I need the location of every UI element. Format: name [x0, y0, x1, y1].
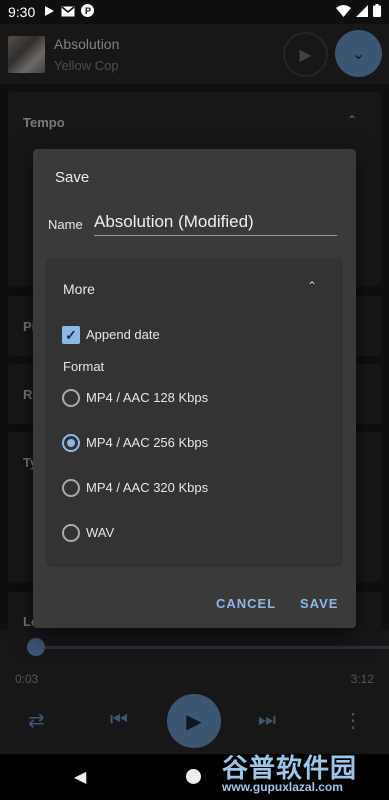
format-option-label: MP4 / AAC 128 Kbps [86, 390, 209, 405]
format-option-aac256[interactable]: MP4 / AAC 256 Kbps [62, 430, 332, 460]
signal-icon [356, 4, 368, 20]
format-option-aac320[interactable]: MP4 / AAC 320 Kbps [62, 475, 332, 505]
svg-text:P: P [85, 6, 91, 16]
append-date-label[interactable]: Append date [86, 327, 160, 342]
save-button[interactable]: SAVE [300, 596, 338, 611]
more-label[interactable]: More [63, 281, 95, 297]
chevron-up-icon[interactable]: ⌃ [307, 279, 317, 293]
format-option-aac128[interactable]: MP4 / AAC 128 Kbps [62, 385, 332, 415]
battery-icon [373, 4, 381, 20]
status-bar: 9:30 P [0, 0, 389, 24]
name-input[interactable]: Absolution (Modified) [94, 209, 337, 236]
gmail-icon [61, 4, 75, 20]
back-icon[interactable]: ◀ [74, 767, 86, 787]
more-section: More ⌃ ✓ Append date Format MP4 / AAC 12… [48, 259, 341, 564]
append-date-checkbox[interactable]: ✓ [62, 326, 80, 344]
play-store-icon [43, 4, 55, 20]
name-label: Name [48, 217, 83, 232]
save-dialog: Save Name Absolution (Modified) More ⌃ ✓… [33, 149, 356, 628]
format-option-label: MP4 / AAC 256 Kbps [86, 435, 209, 450]
p-icon: P [81, 4, 95, 20]
status-time: 9:30 [8, 4, 36, 20]
cancel-button[interactable]: CANCEL [216, 596, 276, 611]
wifi-icon [336, 4, 351, 20]
format-option-label: WAV [86, 525, 115, 540]
watermark-url: www.gupuxlazal.com [222, 780, 343, 794]
watermark: 谷普软件园 www.gupuxlazal.com [222, 748, 387, 798]
format-label: Format [63, 359, 105, 374]
format-option-wav[interactable]: WAV [62, 520, 332, 550]
check-icon: ✓ [65, 326, 77, 343]
radio-button[interactable] [62, 524, 80, 542]
player-scrim [0, 630, 389, 754]
radio-button-selected[interactable] [62, 434, 80, 452]
format-option-label: MP4 / AAC 320 Kbps [86, 480, 209, 495]
radio-button[interactable] [62, 389, 80, 407]
dialog-title: Save [55, 169, 90, 186]
home-icon[interactable] [186, 769, 201, 784]
radio-button[interactable] [62, 479, 80, 497]
